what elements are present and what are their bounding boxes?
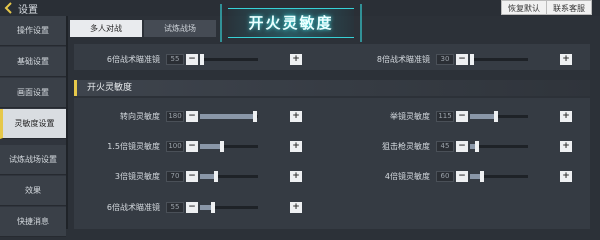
sidebar-item-graphics[interactable]: 画面设置 [0, 78, 66, 108]
scope-3x-label: 3倍镜灵敏度 [114, 171, 160, 181]
scope-1-5x-label: 1.5倍镜灵敏度 [107, 141, 160, 151]
ads-setting: 举镜灵敏度 115− + [360, 108, 572, 124]
sniper-increase-button[interactable]: + [560, 140, 572, 152]
tab-multiplayer[interactable]: 多人对战 [70, 20, 142, 37]
ads-label: 举镜灵敏度 [390, 111, 430, 121]
scope-3x-decrease-button[interactable]: − [186, 170, 198, 182]
sidebar-item-effects[interactable]: 效果 [0, 176, 66, 206]
top-6x-scope-slider[interactable] [200, 53, 258, 65]
top-6x-scope-slider-handle[interactable] [200, 53, 204, 65]
sidebar-item-sensitivity[interactable]: 灵敏度设置 [0, 109, 66, 139]
scope-1-5x-slider[interactable] [200, 140, 258, 152]
top-6x-scope-slider-track [200, 57, 258, 61]
turn-slider[interactable] [200, 110, 258, 122]
scope-3x-value-field[interactable]: 70 [166, 170, 184, 182]
scope-3x-slider[interactable] [200, 170, 258, 182]
scope-1-5x-setting: 1.5倍镜灵敏度 100− + [90, 138, 302, 154]
ads-decrease-button[interactable]: − [456, 110, 468, 122]
scope-4x-slider[interactable] [470, 170, 528, 182]
top-8x-scope-slider[interactable] [470, 53, 528, 65]
sidebar-divider [66, 16, 68, 229]
fire-sensitivity-banner: 开火灵敏度 [228, 8, 354, 38]
turn-setting: 转向灵敏度 180− + [90, 108, 302, 124]
sidebar-item-operation[interactable]: 操作设置 [0, 16, 66, 46]
sniper-value-field[interactable]: 45 [436, 140, 454, 152]
top-8x-scope-value-field[interactable]: 30 [436, 53, 454, 65]
ads-slider-fill [470, 113, 496, 119]
sniper-decrease-button[interactable]: − [456, 140, 468, 152]
section-title: 开火灵敏度 [74, 80, 590, 96]
sniper-slider-handle[interactable] [474, 140, 479, 152]
sidebar-item-trial-field[interactable]: 试炼战场设置 [0, 145, 66, 175]
scope-3x-increase-button[interactable]: + [290, 170, 302, 182]
top-8x-scope-increase-button[interactable]: + [560, 53, 572, 65]
back-button[interactable]: 设置 [2, 0, 38, 16]
ads-slider[interactable] [470, 110, 528, 122]
scope-6x-tactical-setting: 6倍战术瞄准镜 55− + [90, 199, 302, 215]
turn-increase-button[interactable]: + [290, 110, 302, 122]
scope-4x-label: 4倍镜灵敏度 [384, 171, 430, 181]
back-arrow-icon [2, 1, 16, 15]
ads-increase-button[interactable]: + [560, 110, 572, 122]
top-8x-scope-slider-track [470, 57, 528, 61]
top-6x-scope-decrease-button[interactable]: − [186, 53, 198, 65]
tab-trial-field[interactable]: 试炼战场 [144, 20, 216, 37]
contact-support-button[interactable]: 联系客服 [546, 0, 592, 15]
scope-6x-tactical-slider-handle[interactable] [210, 201, 215, 213]
scope-4x-decrease-button[interactable]: − [456, 170, 468, 182]
sniper-label: 狙击枪灵敏度 [382, 141, 430, 151]
sidebar-item-basic[interactable]: 基础设置 [0, 47, 66, 77]
mode-tabs: 多人对战 试炼战场 [70, 20, 220, 37]
top-8x-scope-decrease-button[interactable]: − [456, 53, 468, 65]
top-8x-scope-label: 8倍战术瞄准镜 [376, 54, 430, 64]
scope-6x-tactical-slider[interactable] [200, 201, 258, 213]
turn-decrease-button[interactable]: − [186, 110, 198, 122]
top-6x-scope-value-field[interactable]: 55 [166, 53, 184, 65]
sniper-slider[interactable] [470, 140, 528, 152]
scope-3x-slider-handle[interactable] [214, 170, 219, 182]
ads-value-field[interactable]: 115 [436, 110, 454, 122]
scope-1-5x-decrease-button[interactable]: − [186, 140, 198, 152]
scope-4x-setting: 4倍镜灵敏度 60− + [360, 168, 572, 184]
scope-6x-tactical-label: 6倍战术瞄准镜 [106, 202, 160, 212]
top-6x-scope-label: 6倍战术瞄准镜 [106, 54, 160, 64]
top-6x-scope-increase-button[interactable]: + [290, 53, 302, 65]
page-title: 设置 [18, 4, 38, 16]
scope-6x-tactical-value-field[interactable]: 55 [166, 201, 184, 213]
sniper-setting: 狙击枪灵敏度 45− + [360, 138, 572, 154]
scope-4x-value-field[interactable]: 60 [436, 170, 454, 182]
scope-1-5x-increase-button[interactable]: + [290, 140, 302, 152]
scope-1-5x-slider-fill [200, 143, 223, 149]
top-6x-scope-setting: 6倍战术瞄准镜 55− + [90, 51, 302, 67]
scope-3x-setting: 3倍镜灵敏度 70− + [90, 168, 302, 184]
sidebar: 操作设置 基础设置 画面设置 灵敏度设置 试炼战场设置 效果 快捷消息 [0, 16, 66, 237]
turn-slider-handle[interactable] [253, 110, 258, 122]
turn-label: 转向灵敏度 [120, 111, 160, 121]
scope-4x-increase-button[interactable]: + [560, 170, 572, 182]
scope-1-5x-slider-handle[interactable] [220, 140, 225, 152]
scope-1-5x-value-field[interactable]: 100 [166, 140, 184, 152]
turn-slider-fill [200, 113, 256, 119]
scope-4x-slider-handle[interactable] [479, 170, 484, 182]
restore-default-button[interactable]: 恢复默认 [501, 0, 547, 15]
turn-value-field[interactable]: 180 [166, 110, 184, 122]
top-8x-scope-slider-handle[interactable] [470, 53, 474, 65]
scope-6x-tactical-increase-button[interactable]: + [290, 201, 302, 213]
scope-6x-tactical-decrease-button[interactable]: − [186, 201, 198, 213]
ads-slider-handle[interactable] [493, 110, 498, 122]
sidebar-item-quick-messages[interactable]: 快捷消息 [0, 207, 66, 237]
top-8x-scope-setting: 8倍战术瞄准镜 30− + [360, 51, 572, 67]
